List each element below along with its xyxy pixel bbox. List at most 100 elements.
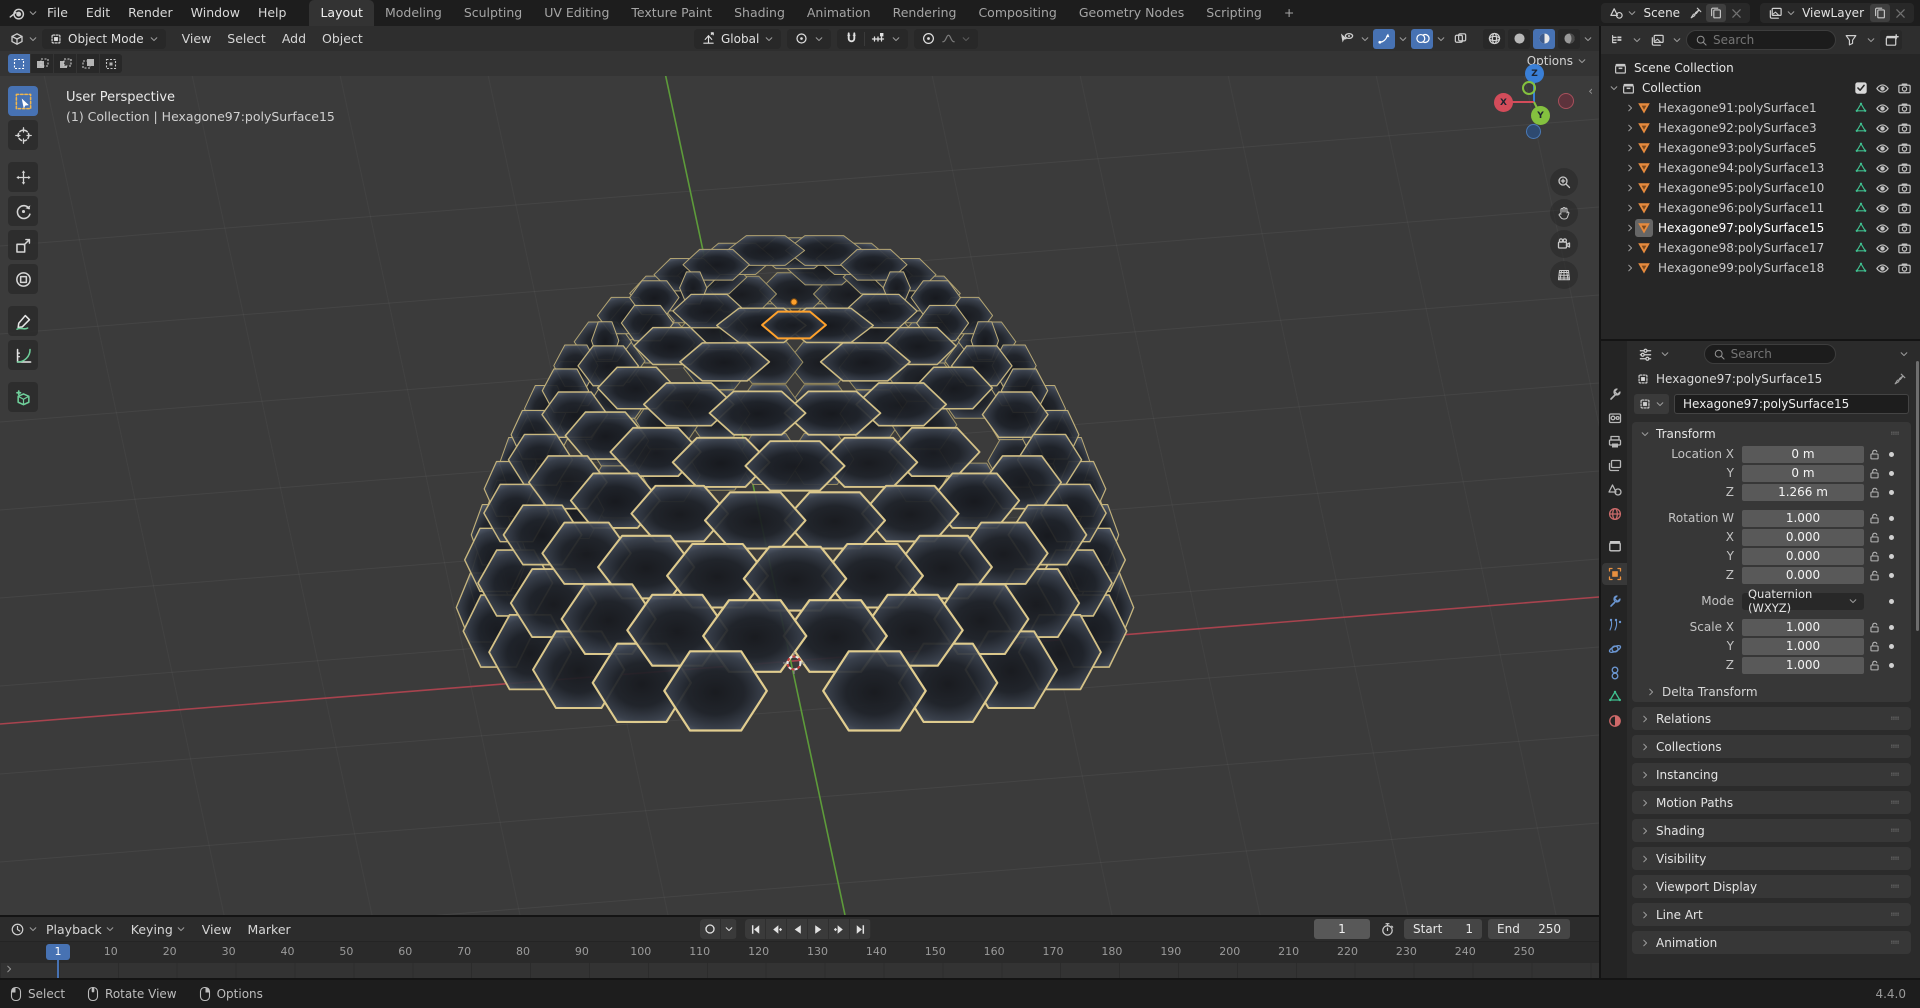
outliner-row-object[interactable]: Hexagone91:polySurface1 <box>1601 98 1920 118</box>
show-gizmo-dropdown[interactable] <box>1335 29 1357 49</box>
shading-solid-button[interactable] <box>1508 29 1530 49</box>
value-field[interactable]: 1.000 <box>1742 638 1864 655</box>
value-field[interactable]: 0 m <box>1742 465 1864 482</box>
lock-open-icon[interactable] <box>1864 550 1884 563</box>
scene-icon[interactable] <box>1605 3 1627 23</box>
collection-checkbox[interactable] <box>1854 81 1868 95</box>
add-workspace-button[interactable]: + <box>1273 0 1305 26</box>
frame-start-field[interactable]: Start 1 <box>1404 919 1482 939</box>
prev-keyframe-button[interactable] <box>766 919 787 939</box>
properties-editor-type-icon[interactable] <box>1634 344 1656 364</box>
value-field[interactable]: 0.000 <box>1742 567 1864 584</box>
select-mode-set[interactable] <box>8 54 30 73</box>
object-origin-dot[interactable] <box>791 299 797 305</box>
new-collection-button[interactable] <box>1880 30 1902 50</box>
workspace-tab-modeling[interactable]: Modeling <box>374 0 453 26</box>
chevron-right-icon[interactable] <box>1625 143 1635 153</box>
blender-logo-icon[interactable] <box>6 3 28 23</box>
properties-tab-view-layer[interactable] <box>1602 455 1627 477</box>
lock-open-icon[interactable] <box>1864 659 1884 672</box>
chevron-right-icon[interactable] <box>1625 263 1635 273</box>
playhead-line[interactable] <box>57 960 59 978</box>
outliner-row-object[interactable]: Hexagone93:polySurface5 <box>1601 138 1920 158</box>
drag-handle-icon[interactable] <box>1887 854 1903 864</box>
camera-icon[interactable] <box>1897 201 1912 216</box>
outliner-row-scene-collection[interactable]: Scene Collection <box>1601 58 1920 78</box>
chevron-right-icon[interactable] <box>1625 223 1635 233</box>
gizmos-toggle[interactable] <box>1373 29 1395 49</box>
camera-icon[interactable] <box>1897 221 1912 236</box>
workspace-tab-sculpting[interactable]: Sculpting <box>453 0 533 26</box>
gizmo-axis-neg-z[interactable] <box>1526 124 1541 139</box>
keyframe-dot[interactable] <box>1884 535 1898 540</box>
chevron-down-icon[interactable] <box>1609 83 1619 93</box>
workspace-tab-uv-editing[interactable]: UV Editing <box>533 0 620 26</box>
panel-header-animation[interactable]: Animation <box>1632 931 1911 954</box>
auto-keyframe-toggle[interactable] <box>700 919 721 939</box>
drag-handle-icon[interactable] <box>1887 429 1903 439</box>
tool-scale[interactable] <box>8 230 38 260</box>
viewlayer-name[interactable]: ViewLayer <box>1796 6 1870 20</box>
value-field[interactable]: 1.266 m <box>1742 484 1864 501</box>
delete-viewlayer-button[interactable] <box>1890 4 1910 22</box>
viewport-menu-select[interactable]: Select <box>219 31 274 46</box>
menu-help[interactable]: Help <box>249 0 296 26</box>
keyframe-dot[interactable] <box>1884 452 1898 457</box>
xray-toggle[interactable] <box>1449 29 1471 49</box>
chevron-right-icon[interactable] <box>1625 103 1635 113</box>
outliner-row-object[interactable]: Hexagone95:polySurface10 <box>1601 178 1920 198</box>
value-field[interactable]: 0 m <box>1742 446 1864 463</box>
workspace-tab-geometry-nodes[interactable]: Geometry Nodes <box>1068 0 1195 26</box>
nav-zoom-button[interactable] <box>1550 168 1578 196</box>
object-id-icon-button[interactable] <box>1634 394 1669 414</box>
panel-header-line-art[interactable]: Line Art <box>1632 903 1911 926</box>
value-field[interactable]: 0.000 <box>1742 548 1864 565</box>
chevron-right-icon[interactable] <box>1625 123 1635 133</box>
timeline-ruler[interactable]: 1020304050607080901001101201301401501601… <box>0 941 1599 963</box>
delta-transform-header[interactable]: Delta Transform <box>1632 682 1911 702</box>
proportional-editing-group[interactable] <box>914 29 978 49</box>
properties-tab-physics[interactable] <box>1602 638 1627 660</box>
viewlayer-icon[interactable] <box>1764 3 1786 23</box>
tool-transform[interactable] <box>8 264 38 294</box>
outliner-display-mode-icon[interactable] <box>1606 30 1628 50</box>
timeline-menu-keying[interactable]: Keying <box>123 922 194 937</box>
snapping-group[interactable] <box>837 29 908 49</box>
pin-icon[interactable] <box>1893 372 1907 386</box>
properties-tab-material[interactable] <box>1602 710 1627 732</box>
scene-name[interactable]: Scene <box>1637 6 1686 20</box>
drag-handle-icon[interactable] <box>1887 882 1903 892</box>
properties-tab-collection[interactable] <box>1602 535 1627 557</box>
panel-header-collections[interactable]: Collections <box>1632 735 1911 758</box>
viewport-menu-object[interactable]: Object <box>314 31 371 46</box>
shading-material-button[interactable] <box>1533 29 1555 49</box>
playhead-current-frame[interactable]: 1 <box>46 944 70 960</box>
outliner-row-object[interactable]: Hexagone92:polySurface3 <box>1601 118 1920 138</box>
chevron-right-icon[interactable] <box>1625 163 1635 173</box>
panel-header-instancing[interactable]: Instancing <box>1632 763 1911 786</box>
timeline-menu-marker[interactable]: Marker <box>239 922 298 937</box>
new-viewlayer-button[interactable] <box>1870 4 1890 22</box>
drag-handle-icon[interactable] <box>1887 770 1903 780</box>
next-keyframe-button[interactable] <box>829 919 850 939</box>
panel-header-viewport-display[interactable]: Viewport Display <box>1632 875 1911 898</box>
outliner-row-object[interactable]: Hexagone96:polySurface11 <box>1601 198 1920 218</box>
timeline-menu-playback[interactable]: Playback <box>38 922 123 937</box>
menu-edit[interactable]: Edit <box>77 0 119 26</box>
object-name-field[interactable] <box>1674 394 1909 414</box>
camera-icon[interactable] <box>1897 101 1912 116</box>
gizmo-axis-x[interactable]: X <box>1494 93 1513 112</box>
lock-open-icon[interactable] <box>1864 486 1884 499</box>
pivot-dropdown[interactable] <box>787 29 831 49</box>
keyframe-dot[interactable] <box>1884 516 1898 521</box>
drag-handle-icon[interactable] <box>1887 798 1903 808</box>
properties-scrollbar[interactable] <box>1916 361 1919 631</box>
play-reverse-button[interactable] <box>787 919 808 939</box>
properties-tab-data[interactable] <box>1602 686 1627 708</box>
workspace-tab-layout[interactable]: Layout <box>309 0 374 26</box>
drag-handle-icon[interactable] <box>1887 938 1903 948</box>
play-button[interactable] <box>808 919 829 939</box>
camera-icon[interactable] <box>1897 121 1912 136</box>
workspace-tab-scripting[interactable]: Scripting <box>1195 0 1273 26</box>
lock-open-icon[interactable] <box>1864 621 1884 634</box>
